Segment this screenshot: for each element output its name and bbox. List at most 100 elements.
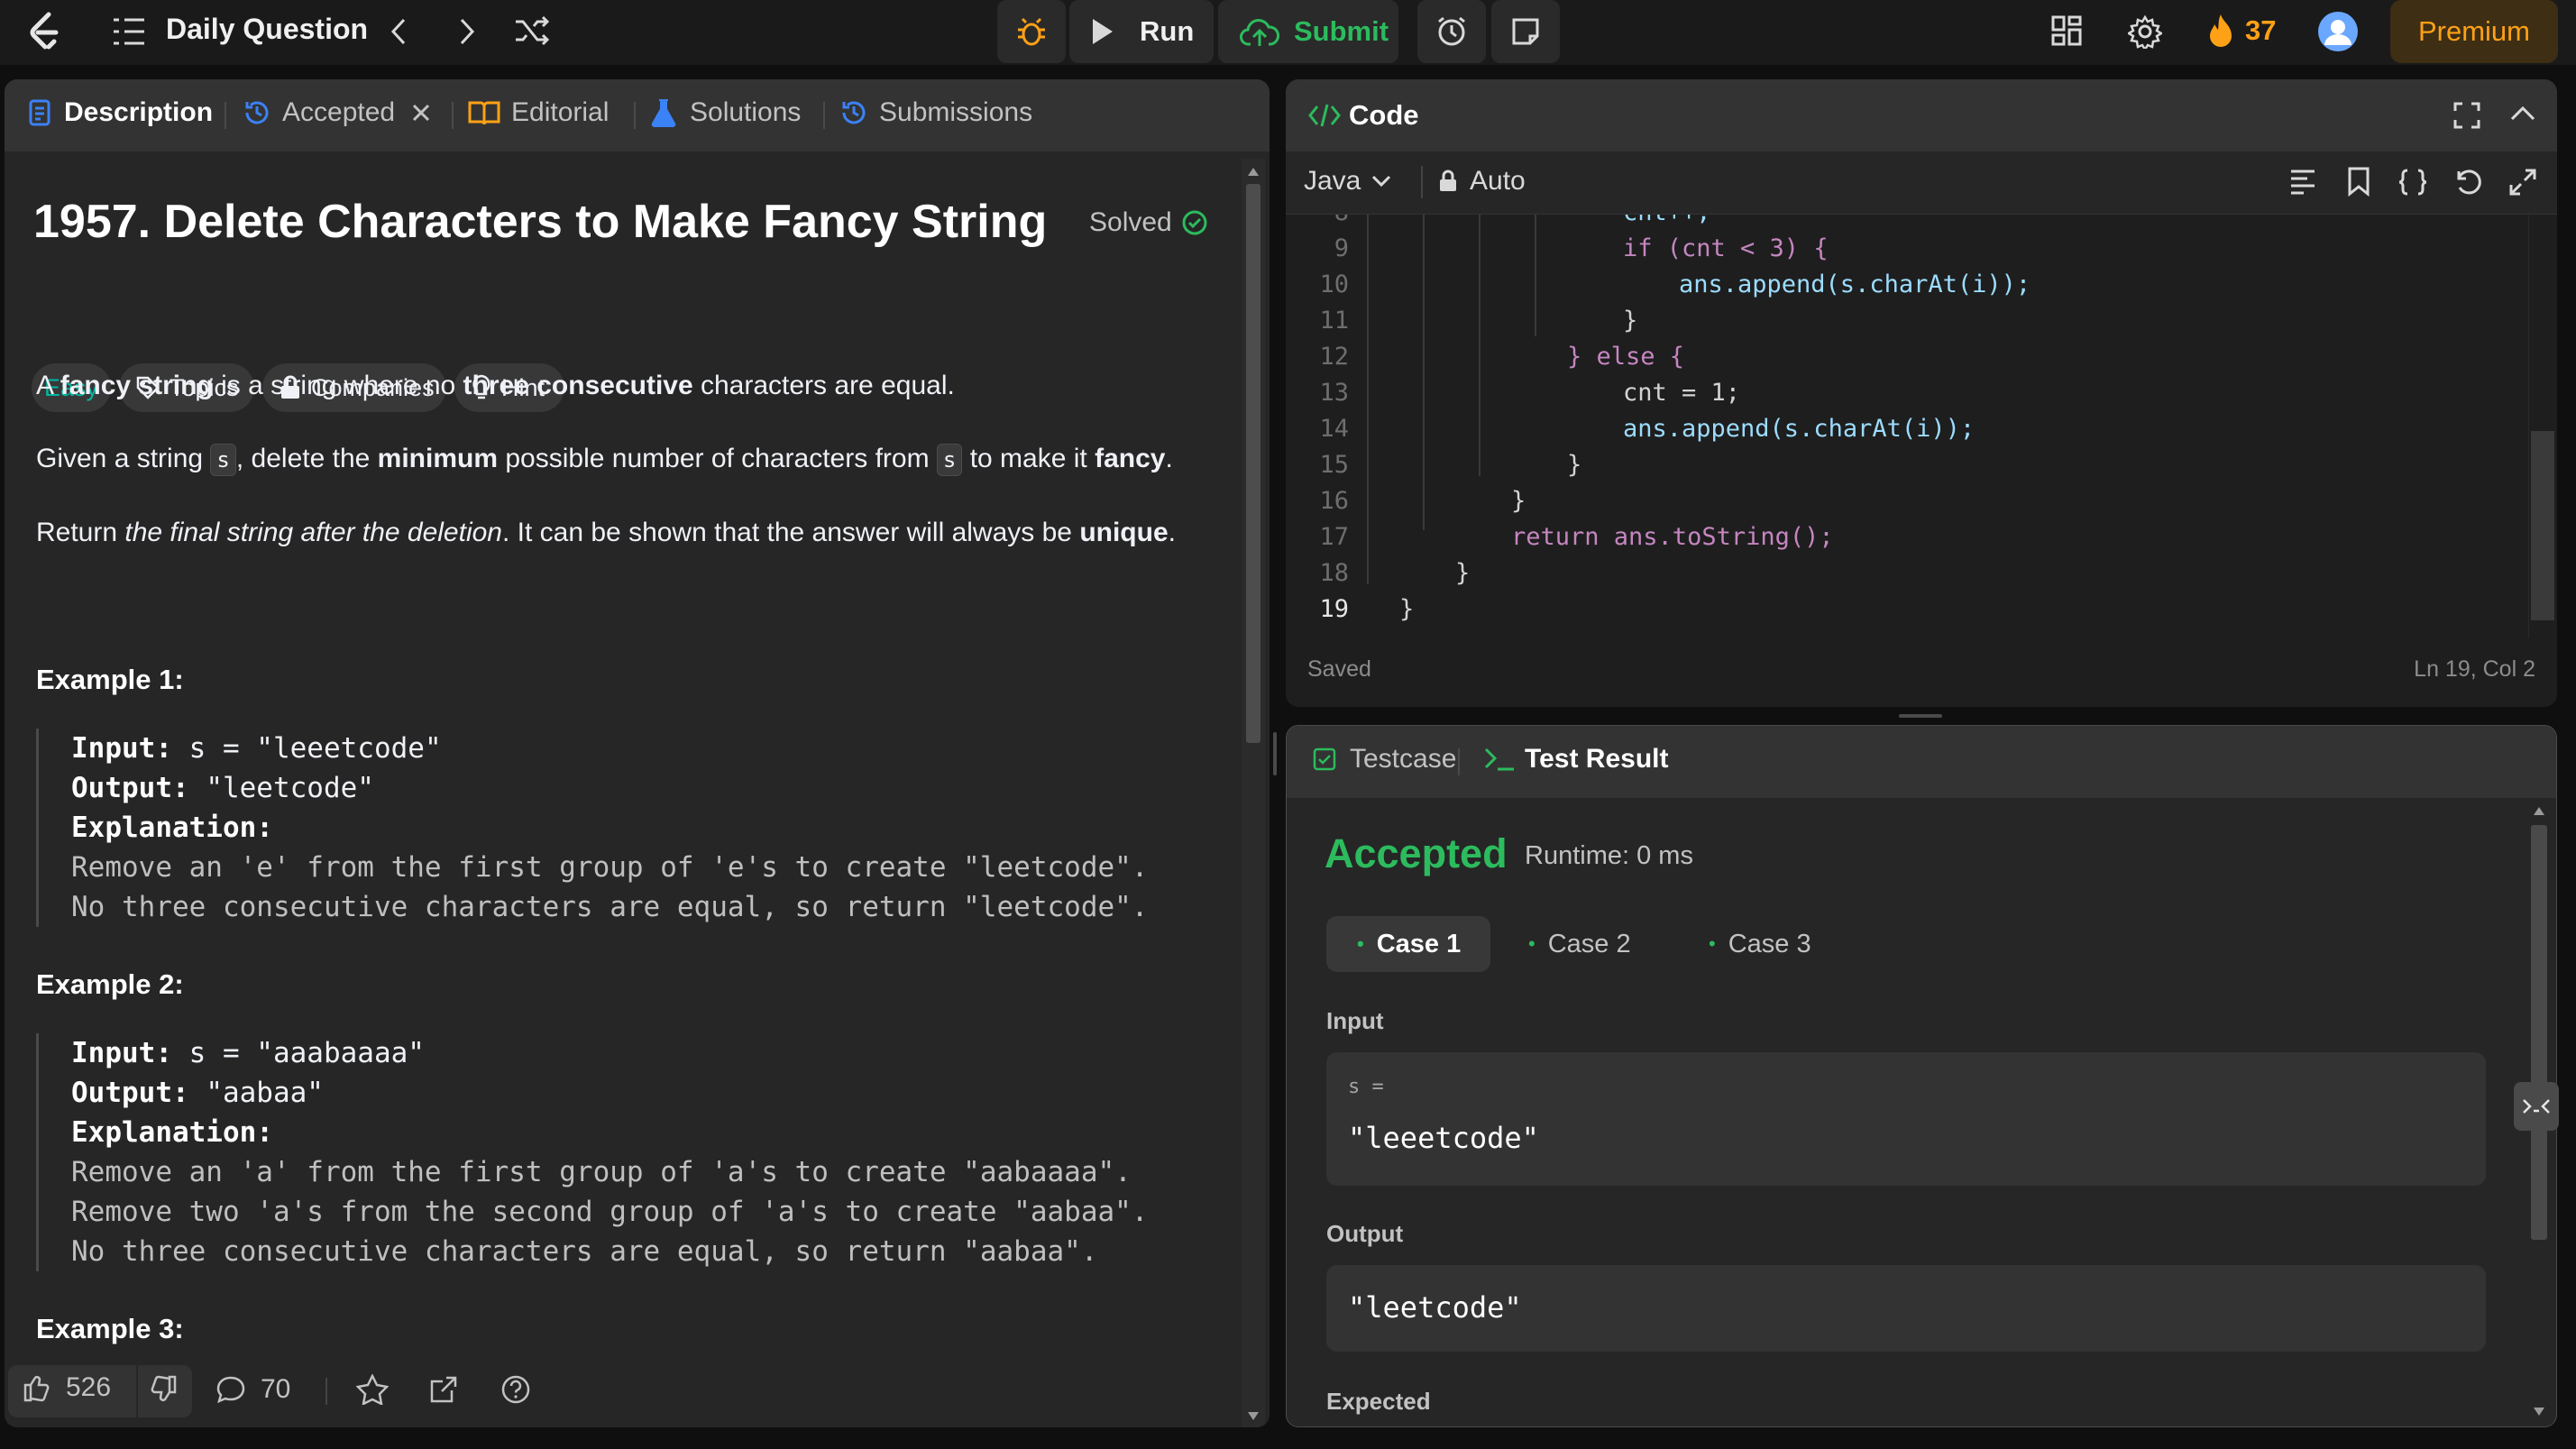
- scrollbar-thumb[interactable]: [2531, 431, 2554, 620]
- code-tab-label: Code: [1349, 99, 1419, 131]
- run-label: Run: [1140, 15, 1195, 47]
- tab-accepted[interactable]: Accepted: [243, 97, 431, 128]
- comment-icon: [216, 1376, 245, 1404]
- tab-divider: [452, 102, 454, 129]
- shuffle-icon[interactable]: [514, 14, 550, 47]
- checkbox-icon: [1313, 747, 1336, 771]
- editor-scrollbar[interactable]: [2528, 215, 2555, 638]
- description-footer: 526 70: [5, 1356, 1242, 1427]
- output-label: Output: [1326, 1220, 1404, 1247]
- settings-gear-icon[interactable]: [2128, 14, 2162, 49]
- input-var-name: s =: [1348, 1076, 1384, 1098]
- comments-button[interactable]: 70: [215, 1374, 290, 1405]
- streak-count: 37: [2245, 14, 2277, 46]
- input-value: "leeetcode": [1348, 1121, 1539, 1155]
- tab-description[interactable]: Description: [28, 97, 213, 128]
- editor-toolbar: Java Auto: [1286, 151, 2557, 215]
- alarm-clock-icon: [1438, 16, 1465, 46]
- debug-button[interactable]: [997, 0, 1066, 63]
- run-button[interactable]: Run: [1069, 0, 1214, 63]
- problem-title[interactable]: 1957. Delete Characters to Make Fancy St…: [33, 195, 1047, 249]
- tab-testcase[interactable]: Testcase: [1312, 744, 1456, 775]
- solved-label: Solved: [1089, 207, 1172, 237]
- reset-undo-icon[interactable]: [2454, 168, 2483, 197]
- autocomplete-mode[interactable]: Auto: [1437, 166, 1526, 197]
- notes-button[interactable]: [1491, 0, 1560, 63]
- layout-grid-icon[interactable]: [2050, 14, 2083, 47]
- share-external-icon[interactable]: [428, 1374, 459, 1405]
- code-tab[interactable]: Code: [1307, 99, 1419, 132]
- format-lines-icon[interactable]: [2288, 168, 2317, 195]
- terminal-icon: [1484, 747, 1514, 771]
- tab-editorial-label: Editorial: [511, 97, 610, 127]
- tab-divider: [634, 102, 636, 129]
- bookmark-icon[interactable]: [2346, 166, 2371, 197]
- premium-button[interactable]: Premium: [2390, 0, 2558, 63]
- timer-button[interactable]: [1417, 0, 1486, 63]
- description-scrollbar[interactable]: [1242, 159, 1265, 1427]
- pass-dot-icon: •: [1709, 932, 1716, 955]
- paragraph-return: Return the final string after the deleti…: [36, 518, 1176, 547]
- side-panel-toggle[interactable]: [2514, 1082, 2559, 1131]
- leetcode-logo-icon[interactable]: [25, 11, 65, 52]
- close-icon[interactable]: [411, 103, 431, 123]
- dislike-button[interactable]: [147, 1374, 178, 1405]
- next-problem-icon[interactable]: [456, 16, 478, 47]
- avatar[interactable]: [2317, 11, 2359, 52]
- curly-braces-icon[interactable]: [2397, 168, 2429, 197]
- flask-icon: [651, 99, 676, 127]
- expand-arrows-icon[interactable]: [2508, 168, 2537, 197]
- paragraph-task: Given a string s, delete the minimum pos…: [36, 441, 1173, 477]
- cloud-upload-icon: [1240, 19, 1279, 46]
- input-box[interactable]: s = "leeetcode": [1326, 1052, 2486, 1186]
- daily-question-link[interactable]: Daily Question: [166, 13, 368, 46]
- code-brackets-icon: [1308, 104, 1341, 127]
- note-icon: [1512, 18, 1539, 45]
- case-tab-1[interactable]: • Case 1: [1326, 916, 1490, 972]
- cursor-position: Ln 19, Col 2: [2414, 656, 2535, 682]
- submit-button[interactable]: Submit: [1218, 0, 1398, 63]
- result-tabs: Testcase Test Result: [1287, 726, 2556, 798]
- tab-solutions[interactable]: Solutions: [650, 97, 801, 128]
- description-tabs: Description Accepted Editorial Solutions…: [5, 79, 1270, 151]
- thumbs-up-icon: [23, 1376, 50, 1402]
- help-question-icon[interactable]: [500, 1374, 531, 1405]
- pass-dot-icon: •: [1357, 932, 1364, 955]
- example-3-title: Example 3:: [36, 1313, 184, 1344]
- history-icon: [842, 101, 866, 124]
- case-tab-3[interactable]: • Case 3: [1678, 916, 1840, 972]
- tab-submissions-label: Submissions: [879, 97, 1033, 127]
- comment-count: 70: [261, 1374, 291, 1404]
- tab-test-result[interactable]: Test Result: [1483, 744, 1668, 775]
- history-icon: [245, 101, 269, 124]
- scrollbar-thumb[interactable]: [2531, 825, 2547, 1240]
- output-box[interactable]: "leetcode": [1326, 1265, 2486, 1352]
- inline-code: s: [210, 444, 236, 476]
- output-value: "leetcode": [1348, 1290, 1522, 1325]
- tab-editorial[interactable]: Editorial: [468, 97, 609, 128]
- streak-counter[interactable]: 37: [2205, 13, 2276, 49]
- fire-icon: [2210, 14, 2232, 47]
- like-button[interactable]: 526: [23, 1372, 111, 1403]
- prev-problem-icon[interactable]: [388, 16, 409, 47]
- horizontal-resize-handle[interactable]: [1899, 714, 1942, 718]
- collapse-chevron-up-icon[interactable]: [2508, 103, 2537, 124]
- inline-code: s: [936, 444, 963, 476]
- language-value: Java: [1304, 166, 1361, 196]
- problem-list-icon[interactable]: [112, 16, 146, 47]
- favorite-star-icon[interactable]: [356, 1374, 389, 1405]
- case-tab-2[interactable]: • Case 2: [1498, 916, 1660, 972]
- tab-testcase-label: Testcase: [1350, 744, 1457, 774]
- tab-accepted-label: Accepted: [282, 97, 396, 127]
- tab-test-result-label: Test Result: [1525, 744, 1669, 774]
- code-editor[interactable]: 8cnt++; 9if (cnt < 3) { 10ans.append(s.c…: [1286, 215, 2530, 638]
- tab-submissions[interactable]: Submissions: [839, 97, 1032, 128]
- scrollbar-thumb[interactable]: [1246, 184, 1260, 743]
- vertical-resize-handle[interactable]: [1273, 732, 1277, 775]
- tab-divider: [225, 102, 226, 129]
- tab-divider: [823, 102, 825, 129]
- tab-solutions-label: Solutions: [690, 97, 802, 127]
- thumbs-down-icon: [151, 1375, 177, 1401]
- fullscreen-icon[interactable]: [2452, 101, 2481, 130]
- language-select[interactable]: Java: [1304, 166, 1391, 197]
